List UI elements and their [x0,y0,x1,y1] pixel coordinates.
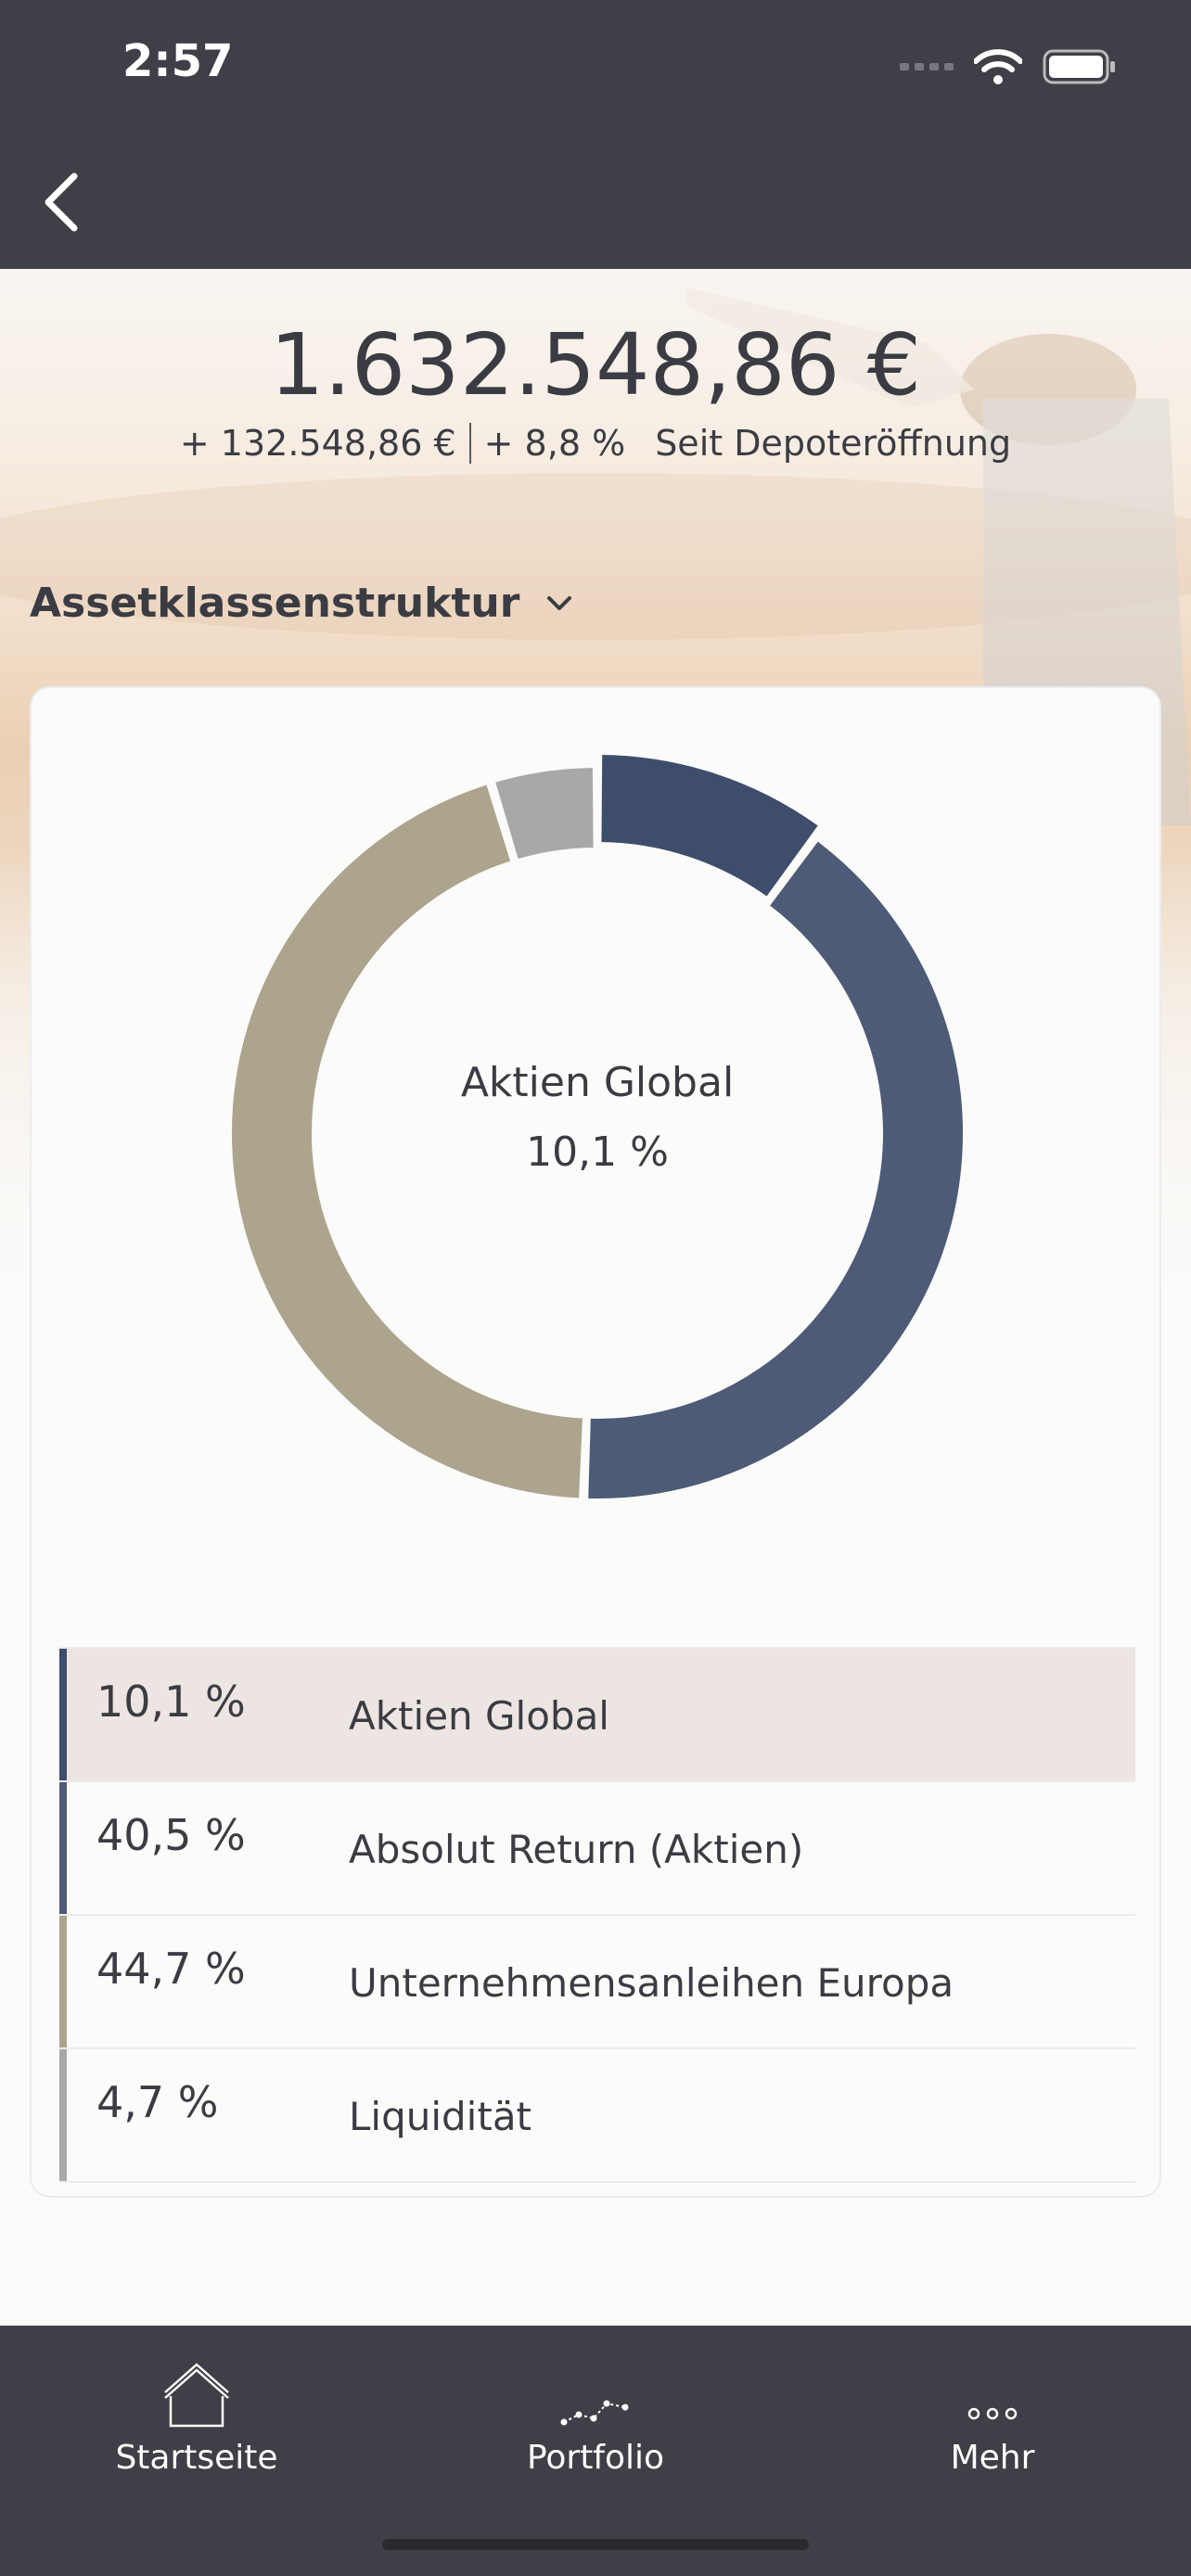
donut-center: Aktien Global 10,1 % [32,1059,1163,1176]
chevron-down-icon [547,595,572,610]
legend-color-bar [59,1782,67,1914]
allocation-legend: 10,1 % Aktien Global 40,5 % Absolut Retu… [59,1647,1135,2183]
house-icon [164,2363,229,2428]
change-percent: + 8,8 % [483,423,626,464]
legend-label: Absolut Return (Aktien) [349,1827,804,1872]
donut-center-value: 10,1 % [526,1129,669,1176]
legend-row-unternehmensanleihen[interactable]: 44,7 % Unternehmensanleihen Europa [59,1916,1135,2049]
donut-center-label: Aktien Global [460,1059,735,1106]
tab-label: Portfolio [526,2439,665,2477]
legend-percent: 10,1 % [96,1677,246,1727]
since-label: Seit Depoteröffnung [655,423,1012,464]
section-title: Assetklassenstruktur [30,580,520,627]
line-chart-icon [560,2400,629,2426]
legend-color-bar [59,2049,67,2181]
performance-row: + 132.548,86 € + 8,8 % Seit Depoteröffnu… [0,423,1191,464]
status-icons [900,41,1117,93]
legend-label: Aktien Global [349,1693,609,1739]
legend-color-bar [59,1649,67,1780]
legend-percent: 44,7 % [96,1944,246,1994]
legend-label: Unternehmensanleihen Europa [349,1960,954,2006]
tab-label: Startseite [115,2439,278,2477]
legend-color-bar [59,1916,67,2047]
legend-row-absolut-return[interactable]: 40,5 % Absolut Return (Aktien) [59,1782,1135,1916]
legend-percent: 40,5 % [96,1810,246,1860]
home-indicator [382,2539,809,2550]
battery-icon [1043,49,1115,84]
tab-startseite[interactable]: Startseite [58,2353,336,2477]
asset-structure-selector[interactable]: Assetklassenstruktur [30,580,573,627]
legend-percent: 4,7 % [96,2077,219,2127]
chevron-left-icon [45,172,78,232]
navigation-bar: 2:57 [0,0,1191,269]
allocation-card: Aktien Global 10,1 % 10,1 % Aktien Globa… [30,686,1161,2198]
legend-row-liquiditaet[interactable]: 4,7 % Liquidität [59,2049,1135,2183]
tab-mehr[interactable]: Mehr [853,2353,1132,2477]
signal-icon [900,63,954,70]
tab-portfolio[interactable]: Portfolio [456,2353,735,2477]
divider [468,423,471,464]
tab-label: Mehr [950,2439,1035,2477]
change-amount: + 132.548,86 € [179,423,456,464]
legend-label: Liquidität [349,2094,532,2139]
wifi-icon [974,49,1022,84]
portfolio-total-value: 1.632.548,86 € [269,315,922,414]
legend-row-aktien-global[interactable]: 10,1 % Aktien Global [59,1647,1135,1782]
more-dots-icon [967,2407,1018,2420]
back-button[interactable] [32,165,96,239]
status-time: 2:57 [122,35,234,87]
